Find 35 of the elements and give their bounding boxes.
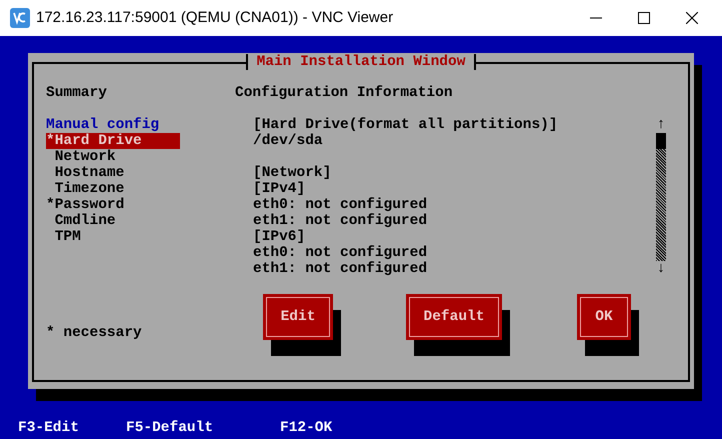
necessary-note: * necessary: [46, 325, 142, 341]
config-line: eth0: not configured: [253, 245, 428, 261]
sidebar-heading: Manual config: [46, 117, 160, 133]
function-key-hint: F5-Default: [126, 420, 214, 436]
sidebar-item[interactable]: Hostname: [46, 165, 180, 181]
dialog-button[interactable]: Default: [406, 294, 502, 340]
function-key-hint: F12-OK: [280, 420, 334, 436]
dialog-title: Main Installation Window: [246, 54, 476, 70]
config-line: [IPv4]: [253, 181, 306, 197]
dialog-button[interactable]: OK: [577, 294, 631, 340]
vnc-logo-icon: [10, 8, 30, 28]
sidebar-item[interactable]: Network: [46, 149, 180, 165]
config-line: [IPv6]: [253, 229, 306, 245]
config-heading: Configuration Information: [235, 85, 453, 101]
scroll-down-arrow[interactable]: ↓: [656, 261, 666, 277]
sidebar-item[interactable]: *Hard Drive: [46, 133, 180, 149]
config-line: eth1: not configured: [253, 213, 428, 229]
function-key-hint: F3-Edit: [18, 420, 80, 436]
sidebar-item[interactable]: Cmdline: [46, 213, 180, 229]
config-line: eth0: not configured: [253, 197, 428, 213]
config-line: /dev/sda: [253, 133, 323, 149]
close-icon[interactable]: [686, 12, 698, 24]
config-line: eth1: not configured: [253, 261, 428, 277]
scrollbar-thumb[interactable]: [656, 133, 666, 149]
sidebar-item[interactable]: *Password: [46, 197, 180, 213]
summary-heading: Summary: [46, 85, 108, 101]
scroll-up-arrow[interactable]: ↑: [656, 117, 666, 133]
window-title: 172.16.23.117:59001 (QEMU (CNA01)) - VNC Viewer: [36, 8, 394, 28]
config-line: [Network]: [253, 165, 332, 181]
sidebar-item[interactable]: TPM: [46, 229, 180, 245]
dialog-button[interactable]: Edit: [263, 294, 333, 340]
sidebar-item[interactable]: Timezone: [46, 181, 180, 197]
maximize-icon[interactable]: [638, 12, 650, 24]
config-line: [Hard Drive(format all partitions)]: [253, 117, 558, 133]
scrollbar-track[interactable]: [656, 133, 666, 261]
